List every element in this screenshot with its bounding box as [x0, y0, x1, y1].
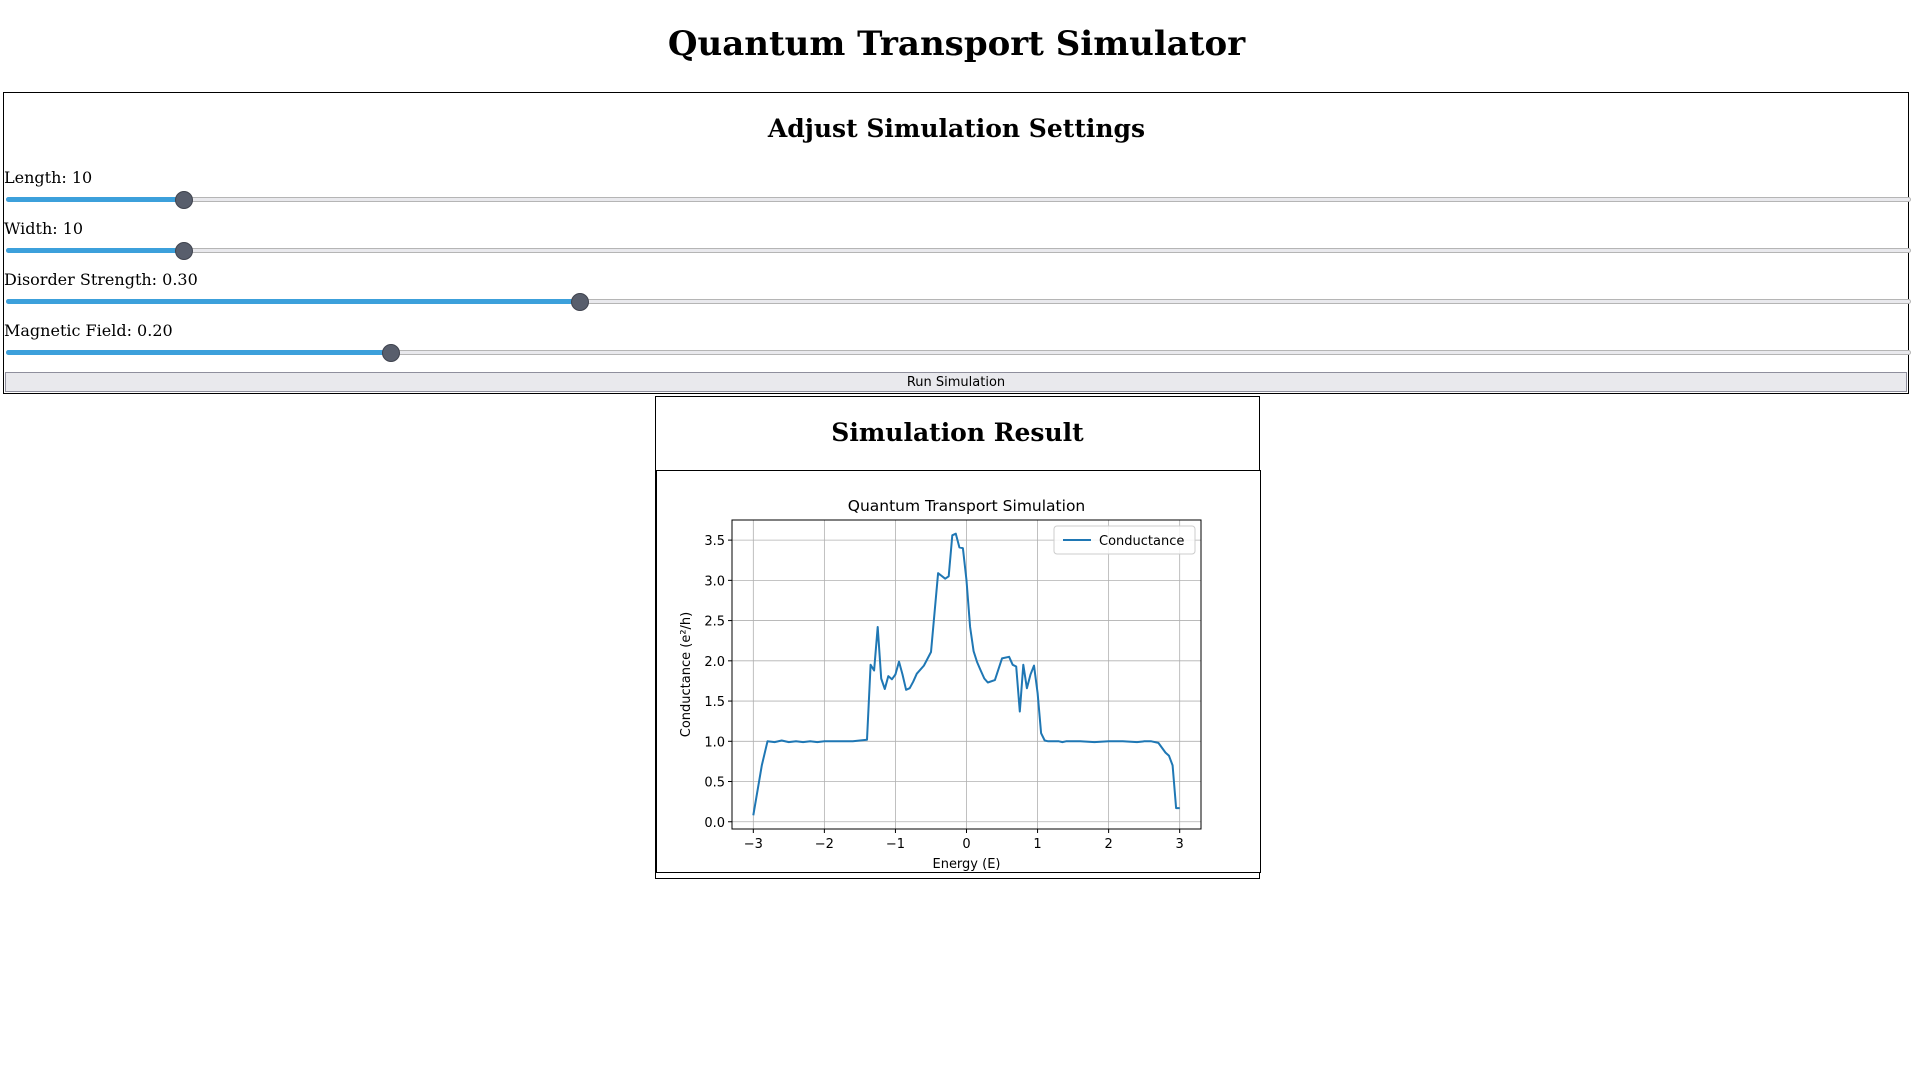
slider-track: [6, 197, 1911, 202]
disorder-strength-slider[interactable]: [6, 292, 1911, 312]
y-tick-label: 3.0: [704, 574, 725, 589]
run-simulation-button[interactable]: Run Simulation: [5, 372, 1907, 392]
slider-fill: [6, 248, 185, 253]
x-tick-label: −1: [886, 837, 905, 852]
slider-thumb[interactable]: [570, 293, 589, 311]
x-tick-label: −3: [744, 837, 763, 852]
width-slider[interactable]: [6, 241, 1911, 261]
page-title: Quantum Transport Simulator: [667, 24, 1246, 64]
x-tick-label: 0: [962, 837, 970, 852]
legend-label: Conductance: [1099, 534, 1184, 549]
slider-fill: [6, 350, 391, 355]
x-tick-label: 1: [1033, 837, 1041, 852]
y-tick-label: 1.0: [704, 735, 725, 750]
magnetic-field-label: Magnetic Field: 0.20: [4, 321, 173, 340]
length-slider[interactable]: [6, 190, 1911, 210]
width-label: Width: 10: [4, 219, 84, 238]
y-tick-label: 2.0: [704, 655, 725, 670]
slider-thumb[interactable]: [381, 344, 400, 362]
slider-thumb[interactable]: [175, 191, 194, 209]
y-tick-label: 3.5: [704, 534, 725, 549]
result-plot: −3 −2 −1 0 1 2 3 0.0 0.5 1.0 1.5 2.0 2.5 3.0 3.5 Quantu…: [656, 470, 1261, 873]
slider-thumb[interactable]: [175, 242, 194, 260]
slider-track: [6, 248, 1911, 253]
magnetic-field-slider[interactable]: [6, 343, 1911, 363]
settings-title: Adjust Simulation Settings: [767, 114, 1146, 143]
disorder-strength-label: Disorder Strength: 0.30: [4, 270, 198, 289]
x-axis-label: Energy (E): [932, 857, 1000, 872]
y-tick-label: 1.5: [704, 695, 725, 710]
result-title: Simulation Result: [831, 418, 1084, 447]
chart-title: Quantum Transport Simulation: [848, 497, 1086, 515]
conductance-chart: −3 −2 −1 0 1 2 3 0.0 0.5 1.0 1.5 2.0 2.5 3.0 3.5 Quantu…: [679, 497, 1202, 872]
slider-fill: [6, 299, 580, 304]
y-axis-label: Conductance (e²/h): [679, 612, 694, 737]
x-tick-label: 2: [1104, 837, 1112, 852]
x-tick-label: 3: [1176, 837, 1184, 852]
length-label: Length: 10: [4, 168, 93, 187]
slider-fill: [6, 197, 185, 202]
x-tick-label: −2: [815, 837, 834, 852]
y-tick-label: 0.0: [704, 816, 725, 831]
y-tick-label: 0.5: [704, 776, 725, 791]
y-tick-label: 2.5: [704, 615, 725, 630]
